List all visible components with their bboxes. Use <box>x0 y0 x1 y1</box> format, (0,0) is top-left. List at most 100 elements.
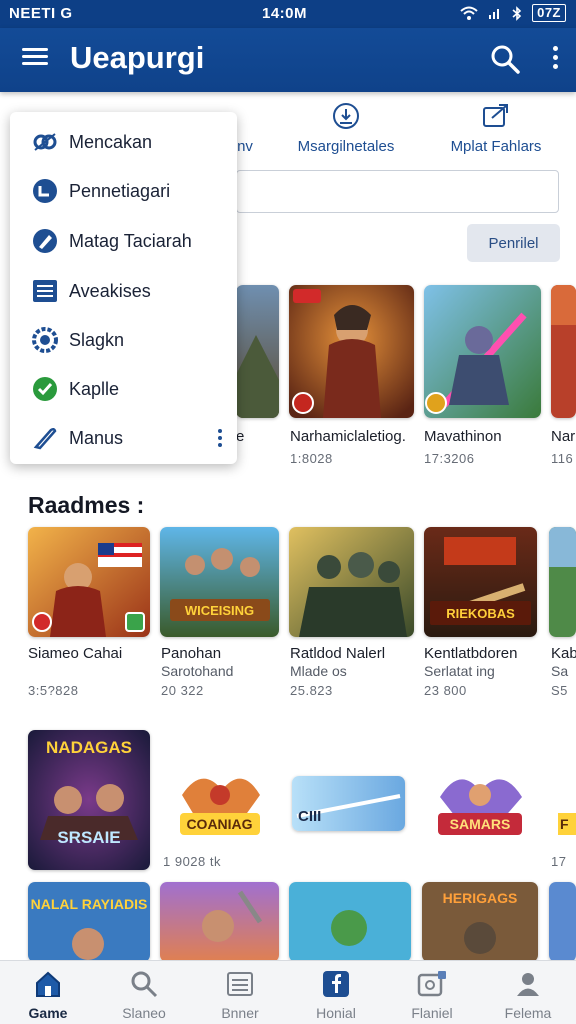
menu-item-aveakises[interactable]: Aveakises <box>10 269 237 313</box>
game-subtitle: Sarotohand <box>161 663 234 679</box>
edit-icon <box>31 227 59 255</box>
nav-search[interactable]: Slaneo <box>96 961 192 1024</box>
menu-item-pennetiagari[interactable]: Pennetiagari <box>10 169 237 213</box>
check-icon <box>31 375 59 403</box>
menu-item-manus[interactable]: Manus <box>10 416 237 460</box>
dropdown-menu: Mencakan Pennetiagari Matag Taciarah Ave… <box>10 112 237 464</box>
menu-item-slagkn[interactable]: Slagkn <box>10 318 237 362</box>
tile-art-title: NADAGAS <box>46 738 132 757</box>
tile-art-text: RIEKOBAS <box>446 606 515 621</box>
game-name: e <box>236 428 245 445</box>
game-logo[interactable]: COANIAG <box>172 765 267 845</box>
game-logo[interactable]: F <box>558 765 576 845</box>
banner-text: CIII <box>298 808 322 825</box>
game-count: 1 9028 tk <box>163 854 221 869</box>
nav-list[interactable]: Bnner <box>192 961 288 1024</box>
game-name: Siameo Cahai <box>28 645 123 662</box>
game-tile[interactable] <box>289 527 414 637</box>
game-logo[interactable]: SAMARS <box>430 765 530 845</box>
settings-icon <box>31 326 59 354</box>
game-name: Ratldod Nalerl <box>290 645 386 662</box>
list-icon <box>31 277 59 305</box>
game-tile[interactable]: NALAL RAYIADIS <box>28 882 150 962</box>
action-button[interactable]: Penrilel <box>467 224 560 262</box>
menu-icon[interactable] <box>20 44 50 74</box>
game-name: Narhamiclaletiog. <box>290 428 406 445</box>
nav-profile[interactable]: Felema <box>480 961 576 1024</box>
download-icon <box>333 103 359 129</box>
share-icon <box>483 104 508 127</box>
tile-art-text: WICEISING <box>184 603 255 618</box>
status-bar: NEETI G 14:0M 07Z <box>0 0 576 28</box>
tile-art-text: NALAL RAYIADIS <box>30 896 148 912</box>
signal-icon <box>489 9 500 19</box>
game-tile[interactable] <box>289 285 414 418</box>
game-subtitle: Mlade os <box>290 663 347 679</box>
game-tile[interactable] <box>549 882 576 962</box>
game-count: 17:3206 <box>424 451 475 466</box>
kebab-icon[interactable] <box>214 428 226 452</box>
game-name: Panohan <box>161 645 222 662</box>
game-tile[interactable] <box>289 882 411 962</box>
menu-item-kaplle[interactable]: Kaplle <box>10 367 237 411</box>
game-tile-featured[interactable]: NADAGAS SRSAIE <box>28 730 150 870</box>
tile-art-text: HERIGAGS <box>442 890 518 906</box>
tab-mplat-fahlars[interactable]: Mplat Fahlars <box>436 100 556 155</box>
tab-label: Msargilnetales <box>297 138 395 155</box>
app-title: Ueapurgi <box>70 40 205 75</box>
nav-honial[interactable]: Honial <box>288 961 384 1024</box>
bottom-nav: Game Slaneo Bnner Honial Flaniel Felema <box>0 960 576 1024</box>
wifi-icon <box>460 6 478 20</box>
search-icon[interactable] <box>488 42 522 76</box>
game-tile[interactable]: RIEKOBAS <box>424 527 537 637</box>
game-name: Kab <box>551 645 576 662</box>
nav-flaniel[interactable]: Flaniel <box>384 961 480 1024</box>
link-icon <box>31 128 59 156</box>
game-count: 20 322 <box>161 683 204 698</box>
photo-icon <box>417 971 446 997</box>
game-tile[interactable] <box>424 285 541 418</box>
app-bar: Ueapurgi <box>0 28 576 92</box>
search-input[interactable] <box>236 170 559 213</box>
menu-item-matag-taciarah[interactable]: Matag Taciarah <box>10 219 237 263</box>
pen-icon <box>31 424 59 452</box>
game-count: 1:8028 <box>290 451 333 466</box>
more-vertical-icon[interactable] <box>545 43 565 77</box>
list-icon <box>227 972 253 996</box>
game-tile[interactable] <box>549 527 576 637</box>
nav-game[interactable]: Game <box>0 961 96 1024</box>
tile-art-subtitle: SRSAIE <box>57 828 121 847</box>
tab-label: Mplat Fahlars <box>450 138 542 155</box>
person-icon <box>517 973 539 996</box>
home-icon <box>36 971 60 997</box>
game-tile[interactable] <box>551 285 576 418</box>
game-count: 25.823 <box>290 683 333 698</box>
logo-text: COANIAG <box>186 816 253 832</box>
facebook-icon <box>323 971 349 997</box>
game-name: Mavathinon <box>424 428 502 445</box>
menu-item-mencakan[interactable]: Mencakan <box>10 120 237 164</box>
game-tile[interactable] <box>28 527 150 637</box>
shield-icon <box>31 177 59 205</box>
game-subtitle: Serlatat ing <box>424 663 495 679</box>
game-subtitle: Sa <box>551 663 569 679</box>
clock: 14:0M <box>262 5 308 22</box>
game-tile-partial[interactable] <box>236 285 279 418</box>
carrier-label: NEETI G <box>9 5 73 22</box>
bluetooth-icon <box>512 5 522 21</box>
game-tile[interactable]: WICEISING <box>160 527 279 637</box>
game-name: Kentlatbdoren <box>424 645 518 662</box>
search-icon <box>131 971 158 998</box>
top-tabs: nv Msargilnetales Mplat Fahlars <box>236 100 576 160</box>
game-count: 3:5?828 <box>28 683 79 698</box>
logo-text: F <box>560 816 569 832</box>
section-title: Raadmes : <box>28 492 145 518</box>
tab-msargilnetales[interactable]: Msargilnetales <box>286 100 406 155</box>
game-count: 116 <box>551 451 574 466</box>
game-banner[interactable]: CIII <box>292 776 405 831</box>
game-tile[interactable]: HERIGAGS <box>422 882 538 962</box>
game-count: S5 <box>551 683 568 698</box>
game-name: Nar <box>551 428 576 445</box>
game-count: 17 <box>551 854 567 869</box>
game-tile[interactable] <box>160 882 279 962</box>
